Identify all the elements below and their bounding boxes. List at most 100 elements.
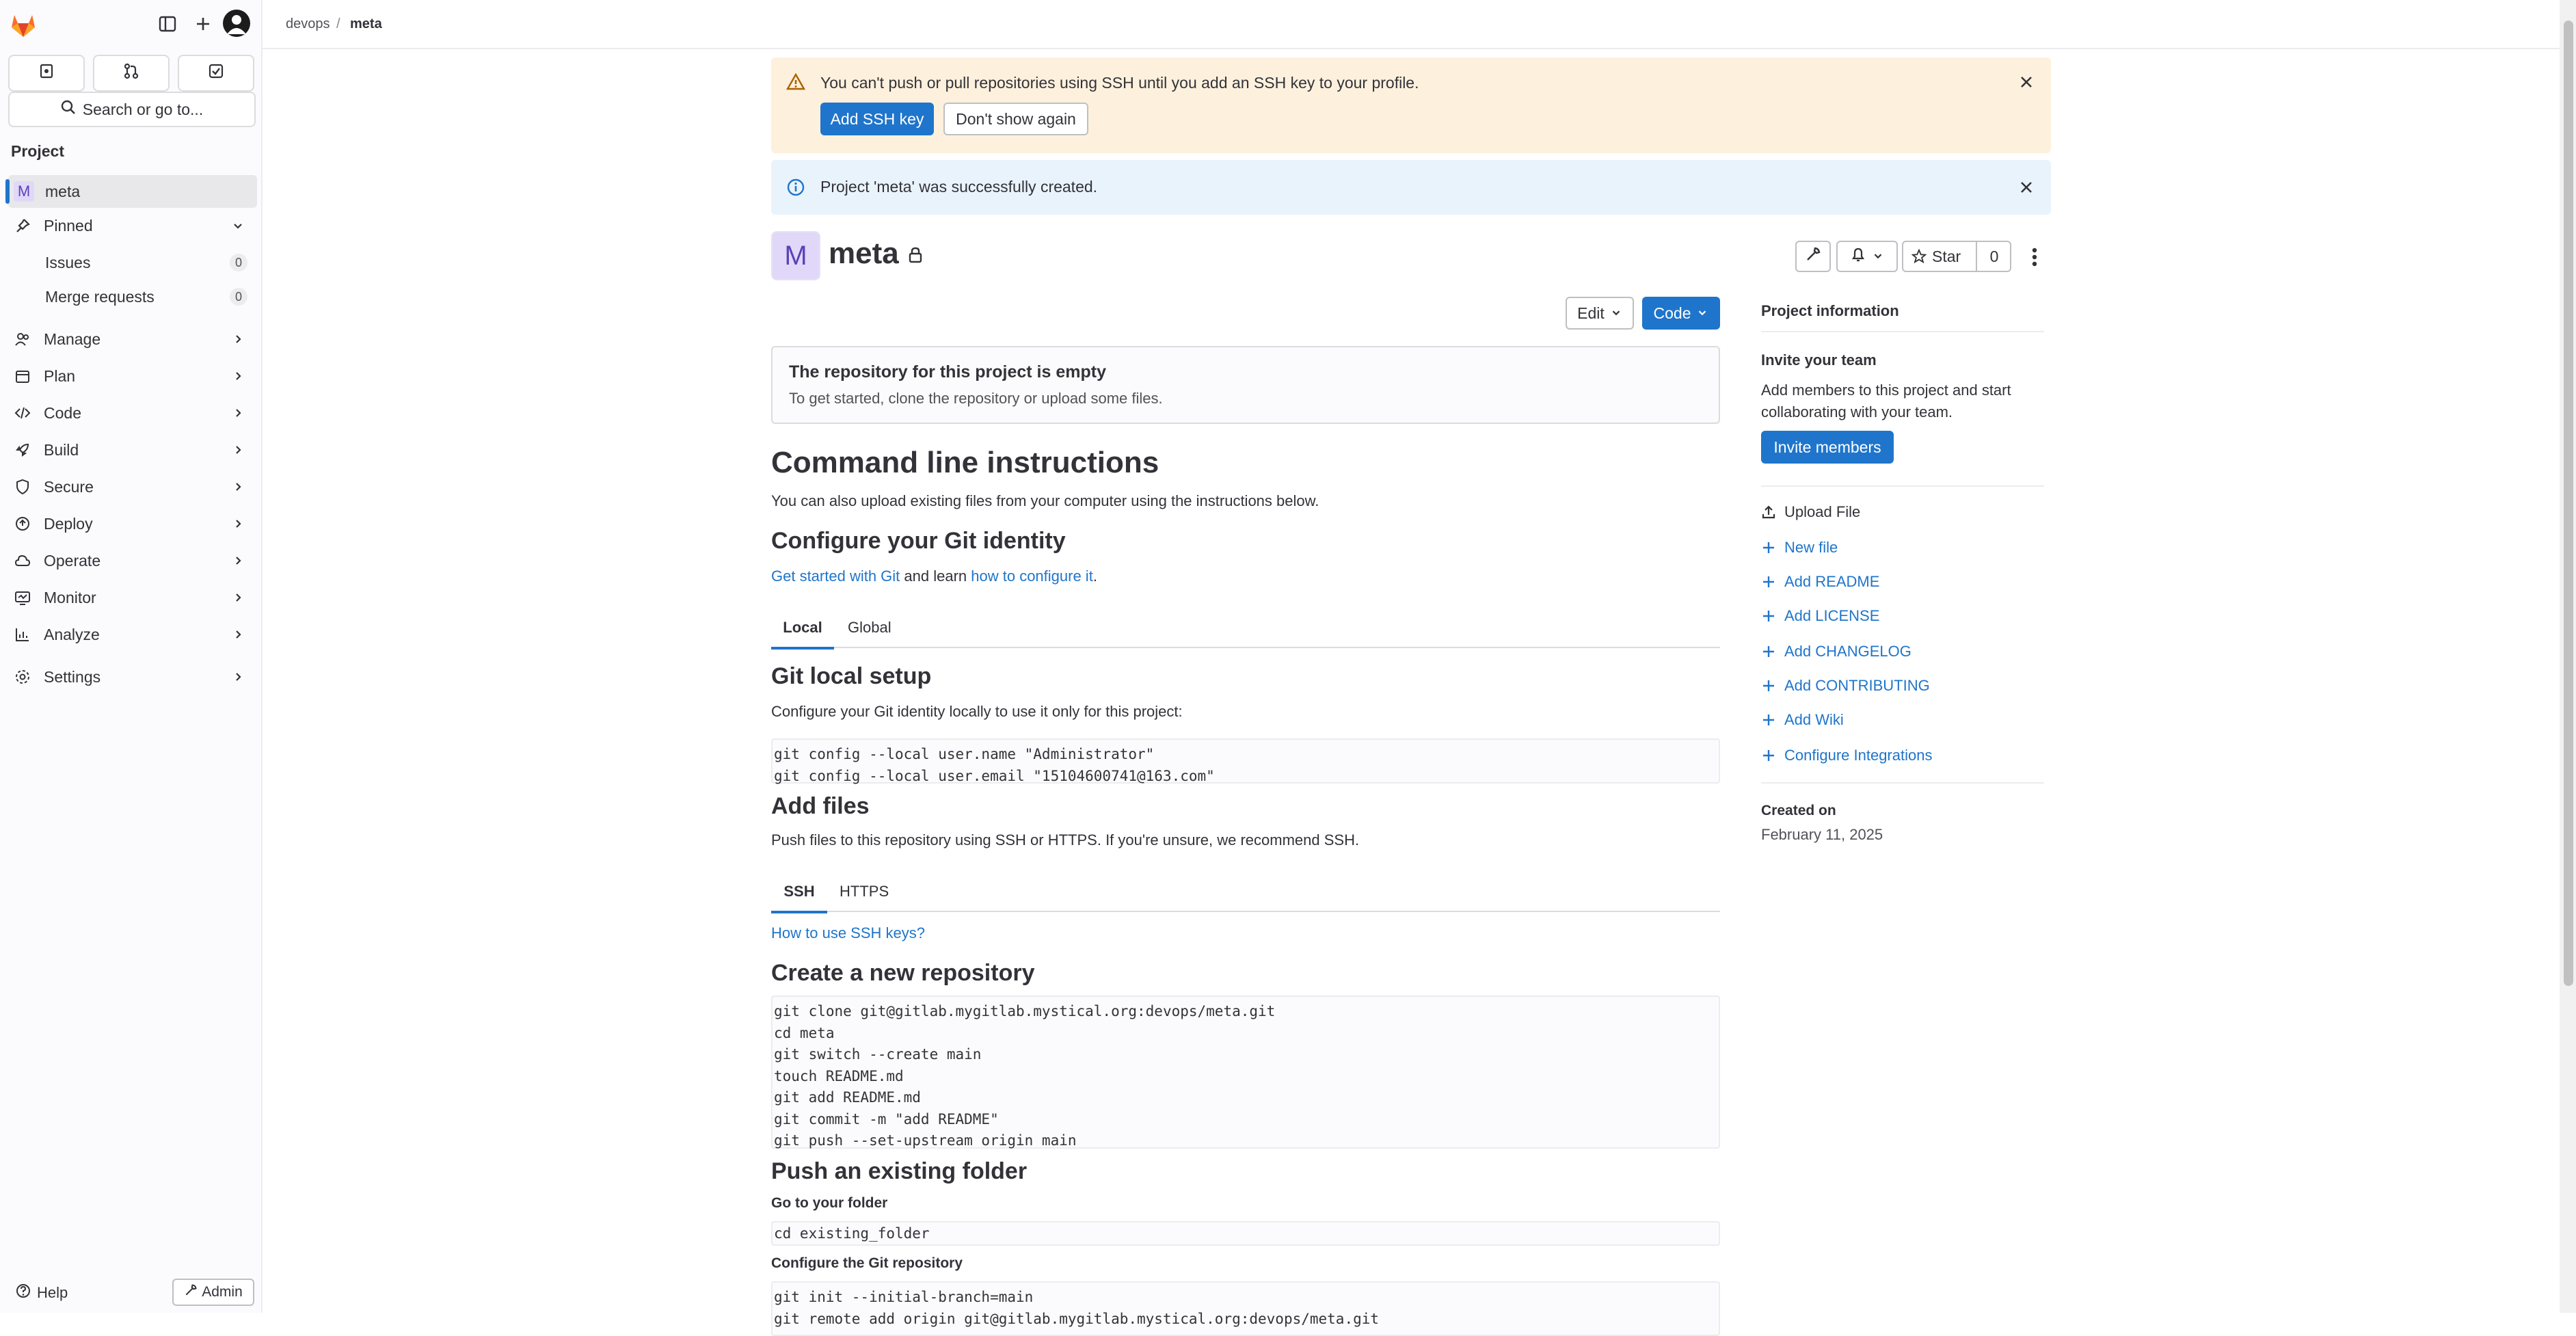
git-identity-mid: and learn bbox=[900, 567, 971, 585]
rocket-icon bbox=[14, 441, 31, 459]
add-contributing-link[interactable]: Add CONTRIBUTING bbox=[1761, 677, 1930, 695]
tab-https[interactable]: HTTPS bbox=[840, 872, 889, 911]
issues-button[interactable] bbox=[8, 55, 85, 92]
search-button[interactable]: Search or go to... bbox=[8, 92, 256, 127]
invite-members-button[interactable]: Invite members bbox=[1761, 431, 1894, 464]
ssh-keys-link[interactable]: How to use SSH keys? bbox=[771, 924, 925, 942]
protocol-tabs: SSH HTTPS bbox=[771, 872, 1720, 913]
link-label: Add LICENSE bbox=[1784, 607, 1880, 624]
created-on-date: February 11, 2025 bbox=[1761, 826, 1883, 843]
chevron-down-icon bbox=[1610, 304, 1622, 323]
project-avatar: M bbox=[771, 231, 820, 280]
upload-file-label: Upload File bbox=[1784, 503, 1861, 520]
project-avatar-small: M bbox=[14, 181, 34, 202]
sidebar-item-pinned[interactable]: Pinned bbox=[8, 209, 257, 242]
project-settings-button[interactable] bbox=[1795, 241, 1831, 272]
divider bbox=[1761, 331, 2044, 332]
add-changelog-link[interactable]: Add CHANGELOG bbox=[1761, 643, 1911, 660]
sidebar-toggle-icon[interactable] bbox=[157, 14, 178, 34]
edit-dropdown-button[interactable]: Edit bbox=[1566, 297, 1634, 330]
todo-icon bbox=[207, 62, 225, 84]
plus-icon bbox=[1761, 713, 1776, 727]
tab-ssh[interactable]: SSH bbox=[771, 872, 827, 913]
chevron-right-icon bbox=[231, 669, 245, 688]
chevron-right-icon bbox=[231, 442, 245, 461]
more-actions-icon[interactable] bbox=[2022, 245, 2047, 269]
plus-icon[interactable] bbox=[193, 14, 213, 34]
go-to-folder-code[interactable]: cd existing_folder bbox=[771, 1221, 1720, 1246]
help-icon bbox=[15, 1283, 31, 1303]
sidebar-item-secure[interactable]: Secure bbox=[8, 470, 257, 503]
sidebar-item-plan[interactable]: Plan bbox=[8, 360, 257, 392]
close-icon[interactable] bbox=[2014, 70, 2039, 94]
sidebar-item-manage[interactable]: Manage bbox=[8, 323, 257, 356]
add-readme-link[interactable]: Add README bbox=[1761, 573, 1879, 591]
users-icon bbox=[14, 330, 31, 348]
upload-file-link[interactable]: Upload File bbox=[1761, 503, 1860, 521]
git-identity-text: Get started with Git and learn how to co… bbox=[771, 567, 1097, 585]
add-license-link[interactable]: Add LICENSE bbox=[1761, 607, 1879, 625]
chevron-right-icon bbox=[231, 332, 245, 350]
sidebar-item-merge-requests[interactable]: Merge requests 0 bbox=[8, 280, 257, 313]
admin-button[interactable]: Admin bbox=[172, 1279, 254, 1306]
star-count[interactable]: 0 bbox=[1977, 242, 2011, 271]
sidebar-item-label: Plan bbox=[44, 366, 76, 385]
star-button[interactable]: Star 0 bbox=[1902, 241, 2011, 272]
todo-button[interactable] bbox=[178, 55, 254, 92]
sidebar-item-label: Code bbox=[44, 403, 81, 422]
cloud-icon bbox=[14, 552, 31, 570]
sidebar-item-project[interactable]: M meta bbox=[5, 175, 257, 208]
sidebar-item-monitor[interactable]: Monitor bbox=[8, 581, 257, 614]
notifications-button[interactable] bbox=[1836, 241, 1898, 272]
get-started-link[interactable]: Get started with Git bbox=[771, 567, 900, 585]
link-label: Configure Integrations bbox=[1784, 747, 1933, 764]
scrollbar-thumb[interactable] bbox=[2564, 21, 2573, 986]
add-ssh-key-button[interactable]: Add SSH key bbox=[820, 103, 934, 135]
plus-icon bbox=[1761, 541, 1776, 555]
chevron-down-icon bbox=[1872, 248, 1884, 266]
add-wiki-link[interactable]: Add Wiki bbox=[1761, 711, 1844, 729]
search-label: Search or go to... bbox=[82, 100, 204, 118]
sidebar-item-analyze[interactable]: Analyze bbox=[8, 618, 257, 651]
sidebar-item-label: Secure bbox=[44, 477, 94, 496]
new-repo-code[interactable]: git clone git@gitlab.mygitlab.mystical.o… bbox=[771, 996, 1720, 1149]
go-to-folder-label: Go to your folder bbox=[771, 1195, 888, 1211]
chevron-right-icon bbox=[231, 590, 245, 609]
tab-global[interactable]: Global bbox=[848, 609, 891, 647]
scrollbar[interactable] bbox=[2560, 0, 2576, 1313]
breadcrumb-project[interactable]: meta bbox=[350, 16, 382, 32]
sidebar-item-settings[interactable]: Settings bbox=[8, 660, 257, 693]
issues-count-badge: 0 bbox=[230, 254, 247, 271]
sidebar-item-build[interactable]: Build bbox=[8, 433, 257, 466]
breadcrumb-separator: / bbox=[336, 16, 340, 31]
local-setup-code[interactable]: git config --local user.name "Administra… bbox=[771, 738, 1720, 784]
plus-icon bbox=[1761, 749, 1776, 762]
plus-icon bbox=[1761, 609, 1776, 623]
gitlab-logo-icon[interactable] bbox=[8, 10, 38, 40]
breadcrumb-group[interactable]: devops bbox=[286, 16, 330, 32]
code-dropdown-button[interactable]: Code bbox=[1642, 297, 1720, 330]
sidebar-item-code[interactable]: Code bbox=[8, 397, 257, 429]
user-avatar[interactable] bbox=[223, 10, 250, 37]
tab-local[interactable]: Local bbox=[771, 609, 834, 650]
close-icon[interactable] bbox=[2014, 175, 2039, 200]
configure-integrations-link[interactable]: Configure Integrations bbox=[1761, 747, 1932, 764]
code-icon bbox=[14, 404, 31, 422]
sidebar-item-deploy[interactable]: Deploy bbox=[8, 507, 257, 540]
merge-requests-button[interactable] bbox=[93, 55, 170, 92]
chevron-right-icon bbox=[231, 405, 245, 424]
sidebar-item-label: Build bbox=[44, 440, 79, 459]
sidebar-item-label: Analyze bbox=[44, 625, 100, 643]
sidebar-item-operate[interactable]: Operate bbox=[8, 544, 257, 577]
empty-repo-title: The repository for this project is empty bbox=[789, 362, 1106, 382]
cli-intro: You can also upload existing files from … bbox=[771, 492, 1319, 509]
wrench-icon bbox=[1805, 246, 1821, 267]
how-to-configure-link[interactable]: how to configure it bbox=[971, 567, 1093, 585]
sidebar-item-issues[interactable]: Issues 0 bbox=[8, 246, 257, 279]
new-file-link[interactable]: New file bbox=[1761, 539, 1838, 557]
git-identity-end: . bbox=[1092, 567, 1097, 585]
help-button[interactable]: Help bbox=[15, 1283, 68, 1303]
help-label: Help bbox=[37, 1284, 68, 1301]
dont-show-again-button[interactable]: Don't show again bbox=[943, 103, 1088, 135]
configure-git-code[interactable]: git init --initial-branch=main git remot… bbox=[771, 1281, 1720, 1336]
